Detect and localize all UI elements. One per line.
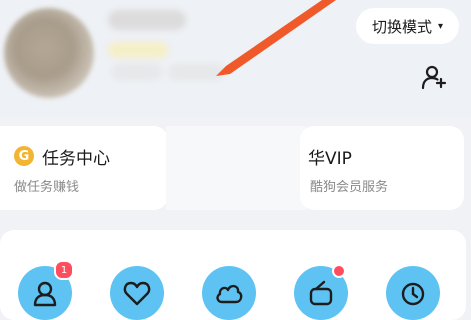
switch-mode-label: 切换模式 (371, 17, 432, 36)
service-cards: G 任务中心 做任务赚钱 华VIP 酷狗会员服务 (0, 126, 471, 212)
feature-icon-panel: 1 (0, 230, 466, 320)
feature-person-button[interactable]: 1 (18, 260, 74, 320)
switch-mode-button[interactable]: 切换模式 ▾ (355, 8, 459, 44)
vip-title: 华VIP (308, 149, 352, 169)
feature-cloud-button[interactable] (202, 266, 256, 320)
chevron-down-icon: ▾ (437, 20, 443, 32)
feature-radio-button[interactable] (294, 264, 348, 320)
card-gap (166, 126, 306, 210)
coin-icon: G (14, 146, 34, 166)
heart-icon (123, 281, 151, 306)
vip-subtitle: 酷狗会员服务 (310, 180, 389, 195)
radio-icon (309, 280, 333, 306)
person-icon (33, 281, 57, 307)
task-center-subtitle: 做任务赚钱 (14, 180, 80, 195)
person-plus-icon[interactable] (421, 64, 447, 90)
feature-clock-button[interactable] (386, 266, 440, 320)
vip-card[interactable]: 华VIP 酷狗会员服务 (300, 126, 464, 210)
notification-dot (332, 264, 346, 278)
feature-heart-button[interactable] (110, 266, 164, 320)
notification-badge: 1 (54, 260, 74, 280)
clock-icon (401, 282, 425, 306)
task-center-title: 任务中心 (42, 149, 110, 169)
cloud-icon (216, 284, 243, 304)
task-center-card[interactable]: G 任务中心 做任务赚钱 (0, 126, 168, 210)
profile-header: 切换模式 ▾ (0, 0, 471, 118)
